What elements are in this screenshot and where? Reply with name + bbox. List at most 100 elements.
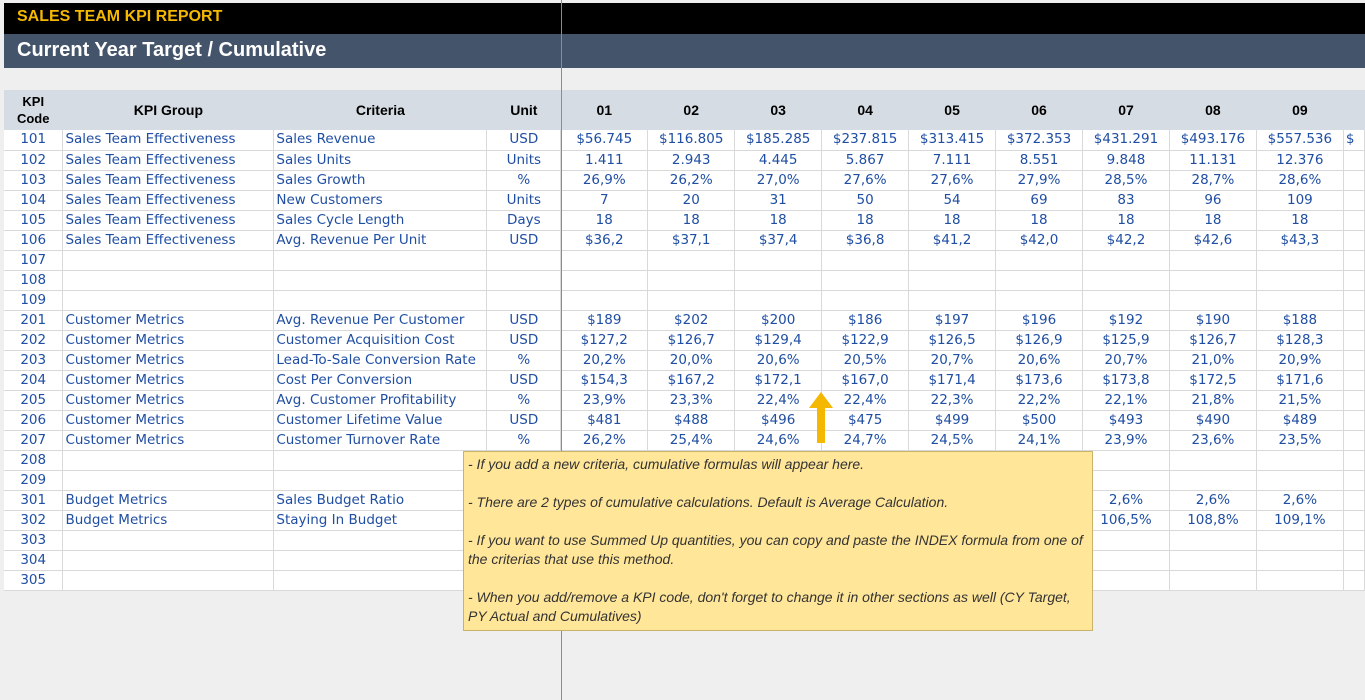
cell-month-value[interactable]: 27,9%	[995, 170, 1083, 191]
cell-month-value[interactable]	[908, 250, 997, 271]
cell-month-value[interactable]: $237.815	[821, 130, 910, 151]
cell-month-value[interactable]: 27,6%	[908, 170, 997, 191]
cell-month-value[interactable]	[1082, 570, 1170, 591]
cell-month-value[interactable]	[560, 290, 649, 311]
cell-overflow[interactable]	[1343, 430, 1365, 451]
cell-kpi-group[interactable]: Customer Metrics	[62, 310, 275, 331]
cell-month-value[interactable]: 20,0%	[647, 350, 736, 371]
cell-kpi-code[interactable]: 202	[4, 330, 64, 351]
cell-month-value[interactable]	[734, 250, 823, 271]
cell-month-value[interactable]: $185.285	[734, 130, 823, 151]
cell-criteria[interactable]: Sales Budget Ratio	[273, 490, 488, 511]
cell-month-value[interactable]	[1082, 530, 1170, 551]
cell-unit[interactable]: USD	[486, 230, 562, 251]
cell-month-value[interactable]: $172,5	[1169, 370, 1257, 391]
cell-criteria[interactable]	[273, 570, 488, 591]
cell-overflow[interactable]	[1343, 570, 1365, 591]
cell-month-value[interactable]: $171,6	[1256, 370, 1344, 391]
cell-month-value[interactable]	[647, 250, 736, 271]
cell-kpi-code[interactable]: 205	[4, 390, 64, 411]
cell-unit[interactable]: Days	[486, 210, 562, 231]
cell-month-value[interactable]	[560, 250, 649, 271]
cell-criteria[interactable]: Sales Cycle Length	[273, 210, 488, 231]
cell-month-value[interactable]: 108,8%	[1169, 510, 1257, 531]
cell-month-value[interactable]: $126,7	[647, 330, 736, 351]
cell-month-value[interactable]: $125,9	[1082, 330, 1170, 351]
cell-kpi-group[interactable]	[62, 470, 275, 491]
cell-month-value[interactable]	[995, 290, 1083, 311]
cell-month-value[interactable]: 18	[995, 210, 1083, 231]
header-unit[interactable]: Unit	[486, 90, 562, 130]
cell-kpi-code[interactable]: 102	[4, 150, 64, 171]
cell-kpi-group[interactable]	[62, 530, 275, 551]
cell-month-value[interactable]: $202	[647, 310, 736, 331]
cell-month-value[interactable]: $490	[1169, 410, 1257, 431]
cell-kpi-code[interactable]: 203	[4, 350, 64, 371]
cell-month-value[interactable]: $488	[647, 410, 736, 431]
cell-kpi-group[interactable]	[62, 290, 275, 311]
cell-overflow[interactable]	[1343, 230, 1365, 251]
cell-month-value[interactable]: $122,9	[821, 330, 910, 351]
cell-month-value[interactable]: 18	[1169, 210, 1257, 231]
cell-overflow[interactable]	[1343, 310, 1365, 331]
cell-month-value[interactable]: $128,3	[1256, 330, 1344, 351]
cell-unit[interactable]: USD	[486, 130, 562, 151]
cell-month-value[interactable]: 20	[647, 190, 736, 211]
cell-unit[interactable]: USD	[486, 370, 562, 391]
cell-month-value[interactable]: $126,9	[995, 330, 1083, 351]
cell-month-value[interactable]: 2,6%	[1256, 490, 1344, 511]
cell-unit[interactable]	[486, 270, 562, 291]
cell-month-value[interactable]	[995, 250, 1083, 271]
header-month-07[interactable]: 07	[1082, 90, 1170, 130]
cell-month-value[interactable]	[734, 290, 823, 311]
cell-month-value[interactable]: 23,9%	[1082, 430, 1170, 451]
header-kpi-code[interactable]: KPI Code	[4, 90, 64, 130]
cell-criteria[interactable]: Avg. Revenue Per Unit	[273, 230, 488, 251]
cell-criteria[interactable]: Staying In Budget	[273, 510, 488, 531]
cell-criteria[interactable]: Sales Revenue	[273, 130, 488, 151]
cell-kpi-group[interactable]: Sales Team Effectiveness	[62, 210, 275, 231]
cell-overflow[interactable]	[1343, 190, 1365, 211]
cell-kpi-group[interactable]	[62, 570, 275, 591]
cell-month-value[interactable]	[908, 290, 997, 311]
header-kpi-group[interactable]: KPI Group	[62, 90, 275, 130]
cell-overflow[interactable]	[1343, 210, 1365, 231]
cell-month-value[interactable]: $129,4	[734, 330, 823, 351]
cell-overflow[interactable]	[1343, 350, 1365, 371]
cell-month-value[interactable]: 1.411	[560, 150, 649, 171]
cell-month-value[interactable]: 24,5%	[908, 430, 997, 451]
cell-unit[interactable]: %	[486, 430, 562, 451]
cell-month-value[interactable]: 54	[908, 190, 997, 211]
cell-month-value[interactable]: $475	[821, 410, 910, 431]
header-criteria[interactable]: Criteria	[273, 90, 488, 130]
cell-kpi-code[interactable]: 209	[4, 470, 64, 491]
cell-criteria[interactable]: Avg. Revenue Per Customer	[273, 310, 488, 331]
cell-kpi-code[interactable]: 201	[4, 310, 64, 331]
cell-month-value[interactable]: 18	[908, 210, 997, 231]
cell-month-value[interactable]: 27,6%	[821, 170, 910, 191]
cell-month-value[interactable]	[1082, 250, 1170, 271]
cell-month-value[interactable]: 28,6%	[1256, 170, 1344, 191]
cell-month-value[interactable]	[1082, 450, 1170, 471]
cell-unit[interactable]: %	[486, 170, 562, 191]
cell-month-value[interactable]: 25,4%	[647, 430, 736, 451]
cell-month-value[interactable]: 27,0%	[734, 170, 823, 191]
cell-criteria[interactable]: Cost Per Conversion	[273, 370, 488, 391]
cell-month-value[interactable]: $167,2	[647, 370, 736, 391]
cell-month-value[interactable]: 20,7%	[1082, 350, 1170, 371]
cell-overflow[interactable]	[1343, 530, 1365, 551]
cell-unit[interactable]	[486, 250, 562, 271]
cell-month-value[interactable]	[995, 270, 1083, 291]
cell-month-value[interactable]: 28,5%	[1082, 170, 1170, 191]
cell-month-value[interactable]: 8.551	[995, 150, 1083, 171]
cell-month-value[interactable]: $493.176	[1169, 130, 1257, 151]
cell-month-value[interactable]: 23,6%	[1169, 430, 1257, 451]
cell-criteria[interactable]: Avg. Customer Profitability	[273, 390, 488, 411]
cell-month-value[interactable]: 106,5%	[1082, 510, 1170, 531]
cell-month-value[interactable]: $372.353	[995, 130, 1083, 151]
cell-kpi-code[interactable]: 106	[4, 230, 64, 251]
cell-criteria[interactable]: Lead-To-Sale Conversion Rate	[273, 350, 488, 371]
cell-kpi-group[interactable]: Customer Metrics	[62, 330, 275, 351]
header-month-03[interactable]: 03	[734, 90, 823, 130]
cell-month-value[interactable]: 22,4%	[821, 390, 910, 411]
